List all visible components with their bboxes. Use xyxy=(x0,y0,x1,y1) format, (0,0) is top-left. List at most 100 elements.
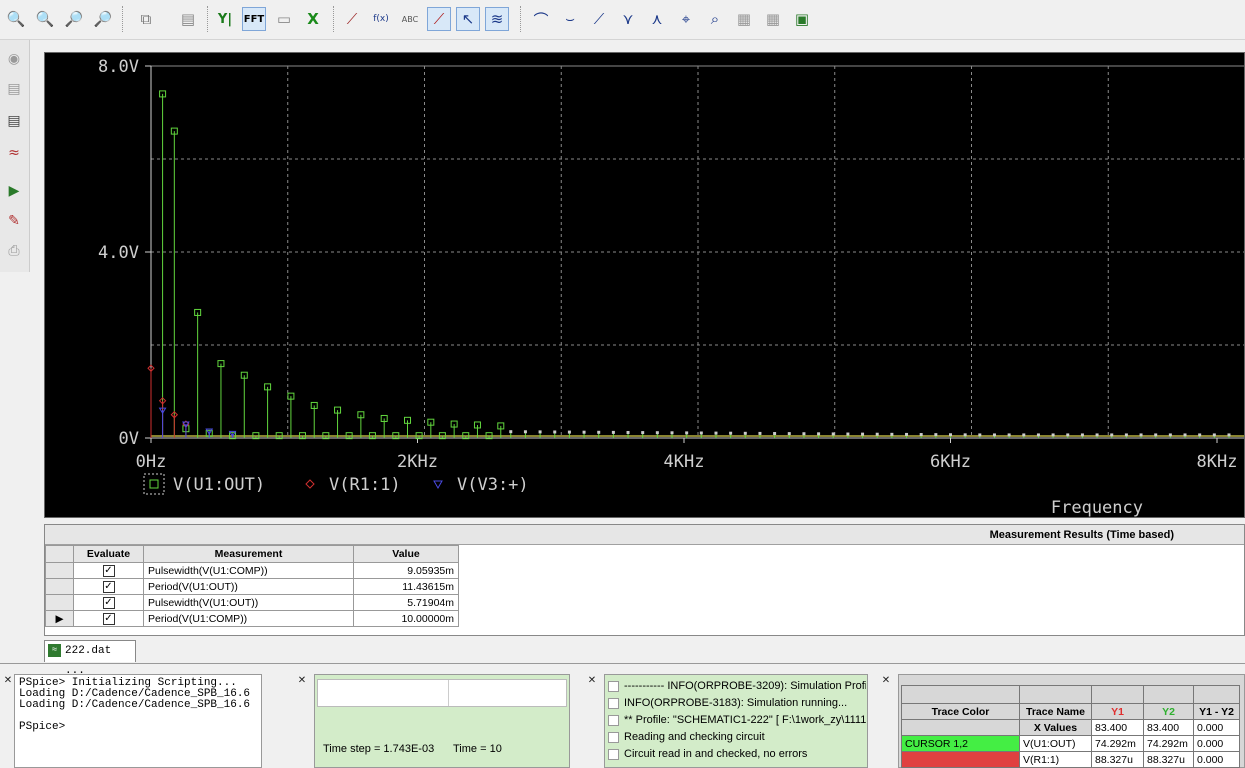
spectrum-tail-point xyxy=(1110,433,1114,437)
close-icon[interactable]: ✕ xyxy=(2,674,14,688)
console-line: PSpice> xyxy=(19,721,66,733)
row-selector[interactable] xyxy=(45,594,74,611)
spectrum-tail-point xyxy=(1095,433,1099,437)
plot-window-icon[interactable]: ▶ xyxy=(3,180,25,202)
row-selector[interactable] xyxy=(45,562,74,579)
y1-cell: 88.327u xyxy=(1091,751,1144,768)
close-icon[interactable]: ✕ xyxy=(586,674,598,688)
legend-label: V(U1:OUT) xyxy=(173,475,265,495)
add-trace-icon[interactable]: ≈ xyxy=(3,142,25,164)
measurement-expression[interactable]: Pulsewidth(V(U1:OUT)) xyxy=(143,594,354,611)
y-tick-label: 4.0V xyxy=(98,243,139,263)
clipboard-icon[interactable]: ▤ xyxy=(176,7,200,31)
waveform-plot[interactable]: 0V 4.0V 8.0V 0Hz 2KHz 4KHz 6KHz 8KHz V(U1:OUT) V(… xyxy=(44,52,1245,518)
time-step-label: Time step = 1.743E-03 xyxy=(323,743,435,755)
measurement-expression[interactable]: Pulsewidth(V(U1:COMP)) xyxy=(143,562,354,579)
evaluate-checkbox[interactable]: ✓ xyxy=(102,580,115,593)
cursor-row[interactable]: CURSOR 1,2 V(U1:OUT) 74.292m 74.292m 0.000 xyxy=(901,735,1240,752)
document-tab-strip: ≈ 222.dat ... xyxy=(0,638,1245,677)
spectrum-tail-point xyxy=(978,433,982,437)
cursor-row[interactable]: X Values 83.400 83.400 0.000 xyxy=(901,719,1240,736)
spectrum-tail-point xyxy=(861,432,865,436)
edit-profile-icon[interactable]: ▤ xyxy=(3,110,25,132)
cursor-table-corner xyxy=(1019,685,1092,704)
evaluate-cell: ✓ xyxy=(73,610,144,627)
cursor-table-corner xyxy=(1143,685,1194,704)
run-icon[interactable]: ◉ xyxy=(3,48,25,70)
measurement-row[interactable]: ✓ Period(V(U1:OUT)) 11.43615m xyxy=(45,578,459,595)
spectrum-tail-point xyxy=(655,431,659,435)
cursor-slope-icon[interactable]: ⟋ xyxy=(587,7,611,31)
line-marker-icon xyxy=(608,748,619,760)
close-icon[interactable]: ✕ xyxy=(880,674,892,688)
spectrum-tail-point xyxy=(934,433,938,437)
spectrum-tail-point xyxy=(743,431,747,435)
row-selector[interactable] xyxy=(45,578,74,595)
axis-settings-icon[interactable]: ⧉ xyxy=(134,7,158,31)
measurement-expression[interactable]: Period(V(U1:OUT)) xyxy=(143,578,354,595)
prev-transition-icon[interactable]: ▦ xyxy=(761,7,785,31)
zoom-in-icon[interactable]: 🔍 xyxy=(4,7,28,31)
command-console[interactable]: PSpice> Initializing Scripting... Loading… xyxy=(14,674,262,768)
cursor-max-icon[interactable]: ⋏ xyxy=(645,7,669,31)
spectrum-tail-point xyxy=(787,432,791,436)
cursor-point-icon[interactable]: ⌖ xyxy=(674,7,698,31)
cursor-search-icon[interactable]: ⌕ xyxy=(703,7,727,31)
y-tick-label: 8.0V xyxy=(98,57,139,77)
trace-name-cell: V(U1:OUT) xyxy=(1019,735,1092,752)
zoom-out-icon[interactable]: 🔍 xyxy=(33,7,57,31)
probe-cursor-pane: Trace Color Trace Name Y1 Y2 Y1 - Y2 X V… xyxy=(898,674,1245,768)
cursor-min-icon[interactable]: ⋎ xyxy=(616,7,640,31)
text-label-icon[interactable]: ▭ xyxy=(272,7,296,31)
log-x-icon[interactable]: ⟋ xyxy=(427,7,451,31)
header-trace-name: Trace Name xyxy=(1019,703,1092,720)
line-marker-icon xyxy=(608,697,619,709)
cursor-peak-icon[interactable]: ⌒ xyxy=(529,7,553,31)
spectrum-tail-point xyxy=(846,432,850,436)
toggle-cursor-icon[interactable]: ↖ xyxy=(456,7,480,31)
evaluate-checkbox[interactable]: ✓ xyxy=(102,596,115,609)
evaluate-icon[interactable]: f(x) xyxy=(369,7,393,31)
header-y1-y2: Y1 - Y2 xyxy=(1193,703,1240,720)
mark-label-icon[interactable]: ▣ xyxy=(790,7,814,31)
spectrum-tail-point xyxy=(1198,433,1202,437)
spectrum-tail-point xyxy=(817,432,821,436)
measurement-expression[interactable]: Period(V(U1:COMP)) xyxy=(143,610,354,627)
evaluate-checkbox[interactable]: ✓ xyxy=(102,612,115,625)
trace-name-cell: X Values xyxy=(1019,719,1092,736)
zoom-area-icon[interactable]: 🔎 xyxy=(62,7,86,31)
spectrum-tail-point xyxy=(1007,433,1011,437)
header-y2: Y2 xyxy=(1143,703,1194,720)
edit-waveform-icon[interactable]: ✎ xyxy=(3,210,25,232)
output-file-icon[interactable]: ▤ xyxy=(3,78,25,100)
label-icon[interactable]: ABC xyxy=(398,7,422,31)
measurement-results-panel: Measurement Results (Time based) Evaluat… xyxy=(44,524,1245,636)
row-selector[interactable]: ▶ xyxy=(45,610,74,627)
fft-icon[interactable]: FFT xyxy=(242,7,266,31)
mark-data-icon[interactable]: ≋ xyxy=(485,7,509,31)
next-transition-icon[interactable]: ▦ xyxy=(732,7,756,31)
legend-marker-triangle xyxy=(433,480,443,490)
delete-all-icon[interactable]: X xyxy=(301,7,325,31)
legend-marker-square xyxy=(149,479,159,489)
measurement-row[interactable]: ✓ Pulsewidth(V(U1:OUT)) 5.71904m xyxy=(45,594,459,611)
evaluate-checkbox[interactable]: ✓ xyxy=(102,564,115,577)
performance-icon[interactable]: ⟋ xyxy=(340,7,364,31)
output-line: Reading and checking circuit xyxy=(608,729,866,746)
cursor-row[interactable]: V(R1:1) 88.327u 88.327u 0.000 xyxy=(901,751,1240,768)
spectrum-tail-point xyxy=(963,433,967,437)
zoom-fit-icon[interactable]: 🔎 xyxy=(91,7,115,31)
output-line: Circuit read in and checked, no errors xyxy=(608,746,866,763)
view-simulation-icon[interactable]: ⎙ xyxy=(3,240,25,262)
y-axis-icon[interactable]: Y| xyxy=(213,7,237,31)
legend-label: V(V3:+) xyxy=(457,475,529,495)
time-label: Time = 10 xyxy=(453,743,502,755)
measurement-row[interactable]: ✓ Pulsewidth(V(U1:COMP)) 9.05935m xyxy=(45,562,459,579)
header-trace-color: Trace Color xyxy=(901,703,1020,720)
tab-222-dat[interactable]: ≈ 222.dat ... xyxy=(44,640,136,677)
output-text: Reading and checking circuit xyxy=(624,731,765,743)
cursor-trough-icon[interactable]: ⌣ xyxy=(558,7,582,31)
output-text: INFO(ORPROBE-3183): Simulation running..… xyxy=(624,697,848,709)
close-icon[interactable]: ✕ xyxy=(296,674,308,688)
measurement-row[interactable]: ▶ ✓ Period(V(U1:COMP)) 10.00000m xyxy=(45,610,459,627)
